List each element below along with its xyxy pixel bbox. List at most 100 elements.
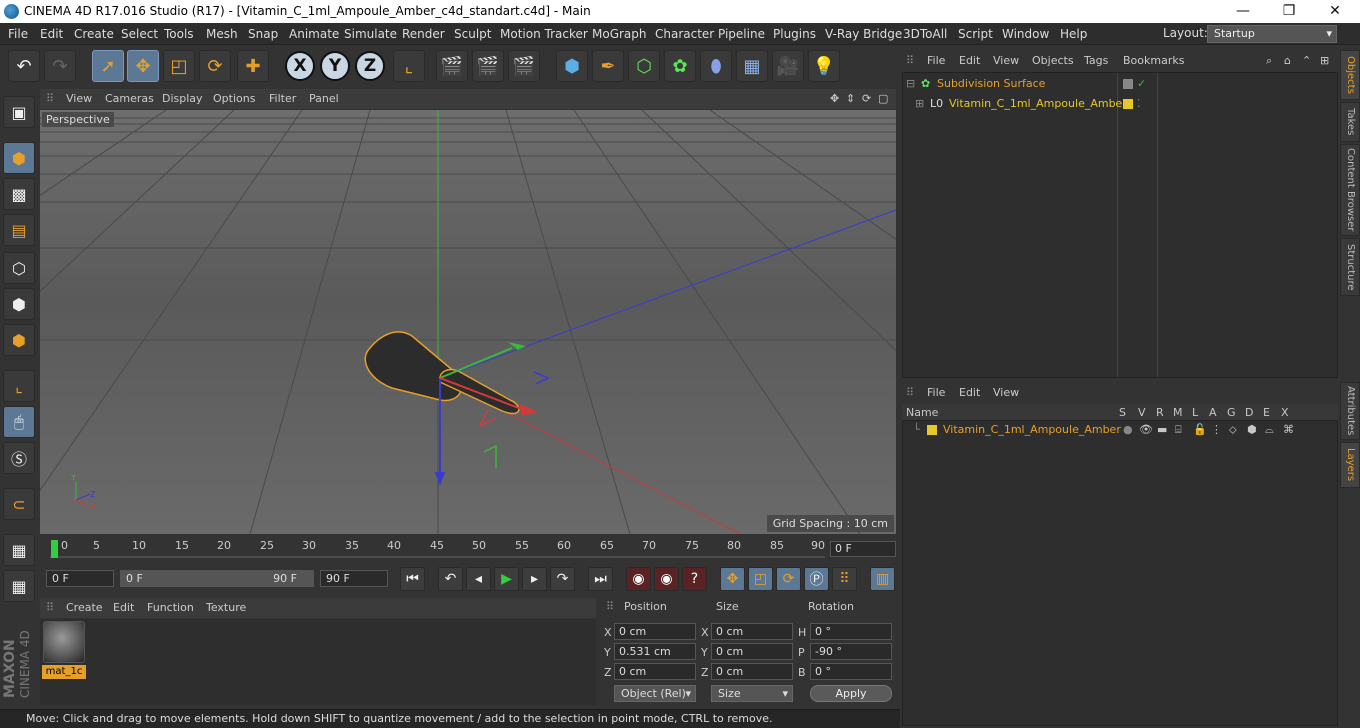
polygons-mode-button[interactable]: ⬢ — [3, 324, 35, 356]
snap-button[interactable]: Ⓢ — [3, 442, 35, 474]
current-frame-field[interactable]: 0 F — [830, 541, 896, 557]
drag-handle-icon[interactable]: ⠿ — [606, 600, 614, 613]
col-animation[interactable]: A — [1209, 406, 1217, 419]
record-keys-button[interactable]: ◉ — [626, 567, 651, 591]
viewport-menu-panel[interactable]: Panel — [309, 92, 339, 105]
rotation-h-field[interactable]: 0 ° — [810, 623, 892, 640]
col-generators[interactable]: G — [1227, 406, 1236, 419]
side-tab-layers[interactable]: Layers — [1340, 442, 1360, 488]
col-locked[interactable]: L — [1192, 406, 1198, 419]
magnet-button[interactable]: ⊂ — [3, 488, 35, 520]
end-frame-field[interactable]: 90 F — [320, 570, 388, 587]
layer-color-swatch[interactable] — [1123, 99, 1133, 109]
animation-icon[interactable]: ⋮ — [1211, 421, 1222, 439]
live-selection-button[interactable]: ➚ — [92, 50, 124, 82]
planar-workplane-button[interactable]: ▦ — [3, 570, 35, 602]
col-render[interactable]: R — [1156, 406, 1164, 419]
size-x-field[interactable]: 0 cm — [711, 623, 793, 640]
objects-menu-view[interactable]: View — [993, 54, 1019, 67]
enable-axis-button[interactable]: ⌞ — [3, 370, 35, 402]
rotate-view-icon[interactable]: ⟳ — [862, 92, 871, 105]
size-y-field[interactable]: 0 cm — [711, 643, 793, 660]
previous-frame-button[interactable]: ◂ — [466, 567, 491, 591]
autokeying-button[interactable]: ◉ — [654, 567, 679, 591]
camera-object-button[interactable]: 🎥 — [772, 50, 804, 82]
layers-menu-file[interactable]: File — [927, 386, 945, 399]
objects-menu-tags[interactable]: Tags — [1084, 54, 1108, 67]
menu-window[interactable]: Window — [1002, 27, 1049, 41]
layer-name[interactable]: Vitamin_C_1ml_Ampoule_Amber — [943, 421, 1121, 439]
menu-pipeline[interactable]: Pipeline — [718, 27, 765, 41]
drag-handle-icon[interactable]: ⠿ — [46, 92, 54, 105]
menu-mesh[interactable]: Mesh — [206, 27, 238, 41]
keyframe-selection-button[interactable]: ? — [682, 567, 707, 591]
position-x-field[interactable]: 0 cm — [614, 623, 696, 640]
layout-select[interactable]: Startup ▾ — [1207, 25, 1337, 43]
viewport-menu-display[interactable]: Display — [162, 92, 203, 105]
perspective-viewport[interactable]: Y Z X Perspective Grid Spacing : 10 cm — [40, 110, 896, 534]
frame-range-slider[interactable]: 0 F 90 F — [120, 570, 314, 587]
col-view[interactable]: V — [1138, 406, 1146, 419]
light-object-button[interactable]: 💡 — [808, 50, 840, 82]
start-frame-field[interactable]: 0 F — [46, 570, 114, 587]
menu-sculpt[interactable]: Sculpt — [454, 27, 491, 41]
viewport-menu-filter[interactable]: Filter — [269, 92, 296, 105]
position-z-field[interactable]: 0 cm — [614, 663, 696, 680]
playhead[interactable] — [51, 540, 58, 558]
new-view-icon[interactable]: ⊞ — [1320, 54, 1329, 67]
menu-simulate[interactable]: Simulate — [344, 27, 397, 41]
eye-icon[interactable]: 👁 — [1139, 421, 1153, 439]
viewport-menu-options[interactable]: Options — [213, 92, 255, 105]
object-row-ampoule[interactable]: ⊞ L0 Vitamin_C_1ml_Ampoule_Amber ⁚ — [903, 95, 1339, 113]
make-editable-button[interactable]: ▣ — [3, 96, 35, 128]
menu-motion-tracker[interactable]: Motion Tracker — [500, 27, 588, 41]
menu-snap[interactable]: Snap — [248, 27, 278, 41]
cube-object-button[interactable]: ⬢ — [556, 50, 588, 82]
layer-row[interactable]: └ Vitamin_C_1ml_Ampoule_Amber ● 👁 ▬ ⌸ 🔓 … — [903, 421, 1339, 439]
render-clapper-icon[interactable]: ▬ — [1157, 421, 1167, 439]
search-icon[interactable]: ⌕ — [1266, 54, 1272, 68]
edges-mode-button[interactable]: ⬢ — [3, 288, 35, 320]
menu-animate[interactable]: Animate — [289, 27, 339, 41]
visibility-dots-icon[interactable]: ⁚ — [1137, 95, 1141, 113]
col-expressions[interactable]: E — [1263, 406, 1270, 419]
check-icon[interactable]: ✓ — [1137, 75, 1146, 93]
deformer-icon[interactable]: ⬢ — [1247, 421, 1257, 439]
material-menu-create[interactable]: Create — [66, 601, 103, 614]
object-row-subdivision[interactable]: ⊟ ✿ Subdivision Surface ✓ — [903, 75, 1339, 93]
collapse-icon[interactable]: ⊟ — [906, 75, 915, 93]
object-name-subdivision[interactable]: Subdivision Surface — [937, 75, 1045, 93]
drag-handle-icon[interactable]: ⠿ — [46, 601, 54, 614]
side-tab-takes[interactable]: Takes — [1340, 102, 1360, 142]
cloner-button[interactable]: ✿ — [664, 50, 696, 82]
side-tab-content-browser[interactable]: Content Browser — [1340, 144, 1360, 236]
close-button[interactable]: ✕ — [1312, 0, 1358, 23]
objects-menu-bookmarks[interactable]: Bookmarks — [1123, 54, 1184, 67]
toggle-view-icon[interactable]: ▢ — [878, 92, 888, 105]
coordinate-system-button[interactable]: ⌞ — [393, 50, 425, 82]
key-rotation-button[interactable]: ⟳ — [776, 567, 801, 591]
menu-plugins[interactable]: Plugins — [773, 27, 816, 41]
next-frame-button[interactable]: ▸ — [522, 567, 547, 591]
recent-tools-button[interactable]: ✚ — [237, 50, 269, 82]
move-gizmo[interactable] — [435, 342, 550, 486]
minimize-button[interactable]: — — [1220, 0, 1266, 23]
generator-icon[interactable]: ⬦ — [1229, 421, 1237, 439]
drag-handle-icon[interactable]: ⠿ — [906, 54, 914, 67]
side-tab-structure[interactable]: Structure — [1340, 238, 1360, 296]
y-axis-lock-button[interactable]: Y — [320, 51, 350, 81]
key-position-button[interactable]: ✥ — [720, 567, 745, 591]
objects-menu-objects[interactable]: Objects — [1032, 54, 1074, 67]
expand-icon[interactable]: ⊞ — [915, 95, 924, 113]
layer-color-swatch[interactable] — [1123, 79, 1133, 89]
menu-tools[interactable]: Tools — [164, 27, 194, 41]
menu-render[interactable]: Render — [402, 27, 445, 41]
pen-spline-button[interactable]: ✒ — [592, 50, 624, 82]
scale-tool-button[interactable]: ◰ — [163, 50, 195, 82]
texture-mode-button[interactable]: ▩ — [3, 178, 35, 210]
material-menu-function[interactable]: Function — [147, 601, 194, 614]
material-menu-texture[interactable]: Texture — [206, 601, 246, 614]
z-axis-lock-button[interactable]: Z — [355, 51, 385, 81]
material-name[interactable]: mat_1c — [42, 665, 86, 679]
xref-icon[interactable]: ⌘ — [1283, 421, 1294, 439]
